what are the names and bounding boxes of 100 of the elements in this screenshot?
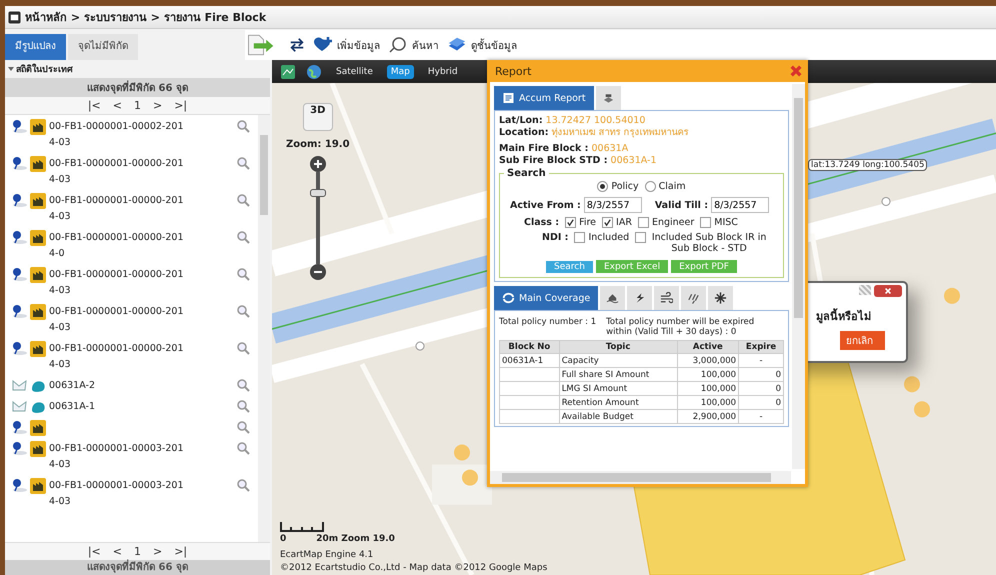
block-code[interactable]: 00-FB1-0000001-00003-201 4-03 bbox=[49, 478, 236, 510]
coverage-tab[interactable]: Main Coverage bbox=[494, 286, 598, 310]
report-tab[interactable]: Accum Report bbox=[494, 86, 594, 110]
scrollbar[interactable] bbox=[490, 471, 791, 484]
panel-tab[interactable]: จุดไม่มีพิกัด bbox=[68, 34, 138, 60]
table-cell: LMG SI Amount bbox=[559, 382, 678, 396]
wind-tab[interactable] bbox=[654, 286, 680, 310]
panel-tab[interactable]: มีรูปแปลง bbox=[5, 34, 66, 60]
house-water-tab[interactable] bbox=[600, 286, 626, 310]
3d-view-button[interactable]: 3D bbox=[302, 103, 333, 131]
close-button[interactable] bbox=[874, 285, 902, 297]
burst-tab[interactable] bbox=[708, 286, 734, 310]
tree-node[interactable]: สถิติในประเทศ bbox=[5, 60, 270, 78]
block-code[interactable]: 00-FB1-0000001-00000-201 4-03 bbox=[49, 156, 236, 188]
add-data-button[interactable]: เพิ่มข้อมูล bbox=[313, 36, 380, 54]
map-mode-tab[interactable]: Hybrid bbox=[424, 64, 462, 78]
pager-link[interactable]: |< bbox=[88, 99, 101, 112]
lightning-tab[interactable] bbox=[627, 286, 652, 310]
map-mode-tab[interactable]: Satellite bbox=[332, 64, 377, 78]
table-cell bbox=[500, 382, 560, 396]
column-header: Block No bbox=[500, 340, 560, 354]
date-field[interactable]: 8/3/2557 bbox=[711, 197, 770, 213]
table-cell: Capacity bbox=[559, 354, 678, 368]
search-icon[interactable] bbox=[236, 193, 250, 207]
pin-icon[interactable] bbox=[11, 341, 27, 355]
block-code[interactable]: 00631A-2 bbox=[49, 378, 236, 394]
pager-link[interactable]: |< bbox=[88, 545, 101, 558]
document-icon bbox=[502, 92, 515, 104]
swap-icon[interactable] bbox=[289, 37, 305, 53]
search-icon[interactable] bbox=[236, 304, 250, 318]
search-icon[interactable] bbox=[236, 230, 250, 244]
checkbox-option[interactable]: MISC bbox=[700, 217, 738, 228]
map-mode-tab[interactable]: Map bbox=[386, 64, 414, 78]
search-icon[interactable] bbox=[236, 420, 250, 434]
info-line: Location: ทุ่งมหาเมฆ สาทร กรุงเทพมหานคร bbox=[499, 127, 690, 139]
scrollbar[interactable] bbox=[792, 84, 805, 469]
checkbox-option[interactable]: Included bbox=[574, 232, 630, 243]
search-icon[interactable] bbox=[236, 267, 250, 281]
document-arrow-icon[interactable] bbox=[245, 33, 275, 57]
radio-option[interactable]: Policy bbox=[597, 181, 639, 192]
search-icon[interactable] bbox=[236, 399, 250, 413]
search-icon[interactable] bbox=[236, 378, 250, 392]
checkbox-option[interactable]: Included Sub Block IR in Sub Block - STD bbox=[635, 232, 770, 254]
block-code[interactable]: 00-FB1-0000001-00000-201 4-03 bbox=[49, 304, 236, 336]
wind-icon bbox=[660, 292, 674, 304]
checkmark-icon bbox=[603, 218, 612, 227]
search-icon[interactable] bbox=[236, 156, 250, 170]
table-cell bbox=[500, 368, 560, 382]
restaurant-marker-icon bbox=[944, 288, 960, 304]
block-code[interactable]: 00-FB1-0000001-00003-201 4-03 bbox=[49, 441, 236, 473]
block-code[interactable]: 00-FB1-0000001-00000-201 4-03 bbox=[49, 267, 236, 299]
checkmark-icon bbox=[566, 218, 576, 227]
checkbox-option[interactable]: IAR bbox=[602, 217, 632, 228]
pin-icon[interactable] bbox=[11, 156, 27, 170]
pager-link[interactable]: >| bbox=[174, 99, 188, 112]
cancel-button[interactable]: ยกเลิก bbox=[840, 331, 885, 350]
pin-icon[interactable] bbox=[11, 193, 27, 207]
globe-icon[interactable] bbox=[306, 64, 322, 80]
search-icon[interactable] bbox=[236, 478, 250, 492]
block-code[interactable]: 00-FB1-0000001-00000-201 4-03 bbox=[49, 341, 236, 373]
pin-icon[interactable] bbox=[11, 267, 27, 281]
radio-option[interactable]: Claim bbox=[644, 181, 686, 192]
block-code[interactable]: 00-FB1-0000001-00002-201 4-03 bbox=[49, 119, 236, 151]
scrollbar[interactable] bbox=[258, 115, 270, 542]
pin-icon[interactable] bbox=[11, 119, 27, 133]
pin-icon[interactable] bbox=[11, 441, 27, 455]
slider-thumb[interactable] bbox=[310, 189, 326, 198]
layers-tab[interactable] bbox=[596, 86, 621, 110]
pager-link[interactable]: < bbox=[112, 99, 122, 112]
checkbox-option[interactable]: Fire bbox=[565, 217, 596, 228]
search-button[interactable]: ค้นหา bbox=[388, 36, 439, 54]
zoom-out-button[interactable] bbox=[310, 264, 326, 280]
search-icon[interactable] bbox=[236, 341, 250, 355]
restaurant-marker-icon bbox=[462, 470, 478, 486]
pin-icon[interactable] bbox=[11, 478, 27, 492]
date-field[interactable]: 8/3/2557 bbox=[584, 197, 642, 213]
search-icon[interactable] bbox=[236, 441, 250, 455]
field-label: Class : bbox=[524, 217, 560, 228]
pager-link[interactable]: 1 bbox=[134, 545, 141, 558]
checkbox-option[interactable]: Engineer bbox=[638, 217, 694, 228]
layers-button[interactable]: ดูชั้นข้อมูล bbox=[447, 36, 517, 54]
map-icon[interactable] bbox=[280, 64, 296, 80]
total-text: Total policy number will be expired within (Valid Till + 30 days) : 0 bbox=[606, 317, 756, 337]
building-icon bbox=[30, 478, 46, 494]
search-icon[interactable] bbox=[236, 119, 250, 133]
pager-link[interactable]: > bbox=[153, 545, 162, 558]
pin-icon[interactable] bbox=[11, 304, 27, 318]
pager-link[interactable]: > bbox=[153, 99, 162, 112]
pin-icon[interactable] bbox=[11, 230, 27, 244]
block-code[interactable]: 00-FB1-0000001-00000-201 4-03 bbox=[49, 193, 236, 225]
zoom-in-button[interactable] bbox=[310, 156, 326, 172]
pin-icon[interactable] bbox=[11, 420, 27, 434]
home-icon[interactable] bbox=[8, 10, 21, 24]
pager-link[interactable]: 1 bbox=[134, 99, 141, 112]
table-cell: 2,900,000 bbox=[677, 410, 739, 424]
block-code[interactable]: 00631A-1 bbox=[49, 399, 236, 415]
rain-tab[interactable] bbox=[681, 286, 706, 310]
block-code[interactable]: 00-FB1-0000001-00000-201 4-0 bbox=[49, 230, 236, 262]
pager-link[interactable]: >| bbox=[174, 545, 188, 558]
pager-link[interactable]: < bbox=[112, 545, 122, 558]
